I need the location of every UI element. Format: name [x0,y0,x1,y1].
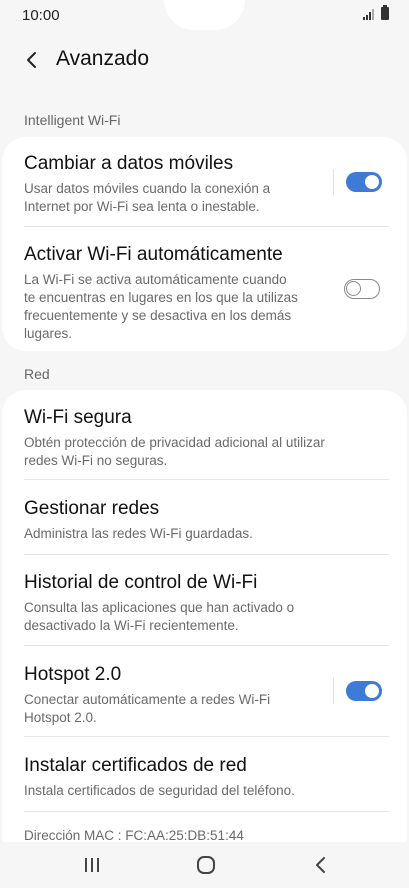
divider [24,811,389,812]
section-label-intelligent-wifi: Intelligent Wi-Fi [24,112,121,128]
page-title: Avanzado [56,47,150,70]
hotspot-20-toggle[interactable] [346,681,382,701]
divider [24,736,389,737]
switch-to-mobile-data-toggle[interactable] [346,172,382,192]
chevron-left-icon[interactable] [22,50,42,70]
toggle-divider [333,169,334,195]
setting-item-switch-to-mobile-data[interactable]: Cambiar a datos móviles Usar datos móvil… [24,152,383,216]
section-label-red: Red [24,366,50,382]
setting-item-secure-wifi[interactable]: Wi-Fi segura Obtén protección de privaci… [24,406,383,470]
setting-item-manage-networks[interactable]: Gestionar redes Administra las redes Wi-… [24,497,383,543]
setting-subtitle: Usar datos móviles cuando la conexión a … [24,181,271,214]
red-card: Wi-Fi segura Obtén protección de privaci… [2,390,407,860]
camera-notch [164,0,245,30]
setting-item-install-certificates[interactable]: Instalar certificados de red Instala cer… [24,754,383,800]
setting-title: Activar Wi-Fi automáticamente [24,244,283,265]
divider [24,645,389,646]
navigation-bar [0,842,409,888]
setting-title: Historial de control de Wi-Fi [24,572,258,593]
setting-subtitle: Obtén protección de privacidad adicional… [24,435,325,468]
toggle-divider [333,678,334,704]
status-bar: 10:00 [0,0,409,30]
setting-item-auto-wifi[interactable]: Activar Wi-Fi automáticamente La Wi-Fi s… [24,243,383,343]
setting-title: Gestionar redes [24,498,160,519]
setting-subtitle: Consulta las aplicaciones que han activa… [24,600,295,633]
setting-title: Cambiar a datos móviles [24,153,234,174]
setting-title: Hotspot 2.0 [24,664,122,685]
setting-subtitle: La Wi-Fi se activa automáticamente cuand… [24,272,298,341]
setting-subtitle: Administra las redes Wi-Fi guardadas. [24,526,253,541]
setting-subtitle: Instala certificados de seguridad del te… [24,783,295,798]
divider [24,226,389,227]
setting-item-wifi-control-history[interactable]: Historial de control de Wi-Fi Consulta l… [24,571,383,635]
app-bar: Avanzado [0,38,409,82]
nav-back-icon[interactable] [309,854,333,876]
divider [24,554,389,555]
intelligent-wifi-card: Cambiar a datos móviles Usar datos móvil… [2,137,407,351]
setting-title: Instalar certificados de red [24,755,247,776]
setting-subtitle: Conectar automáticamente a redes Wi-Fi H… [24,692,271,725]
auto-wifi-toggle[interactable] [344,279,380,299]
setting-title: Wi-Fi segura [24,407,132,428]
recents-icon[interactable] [80,854,104,876]
status-time: 10:00 [22,7,60,24]
divider [24,479,389,480]
home-icon[interactable] [194,854,218,876]
signal-icon [363,9,374,20]
battery-icon [381,5,389,20]
setting-item-hotspot-20[interactable]: Hotspot 2.0 Conectar automáticamente a r… [24,663,383,727]
